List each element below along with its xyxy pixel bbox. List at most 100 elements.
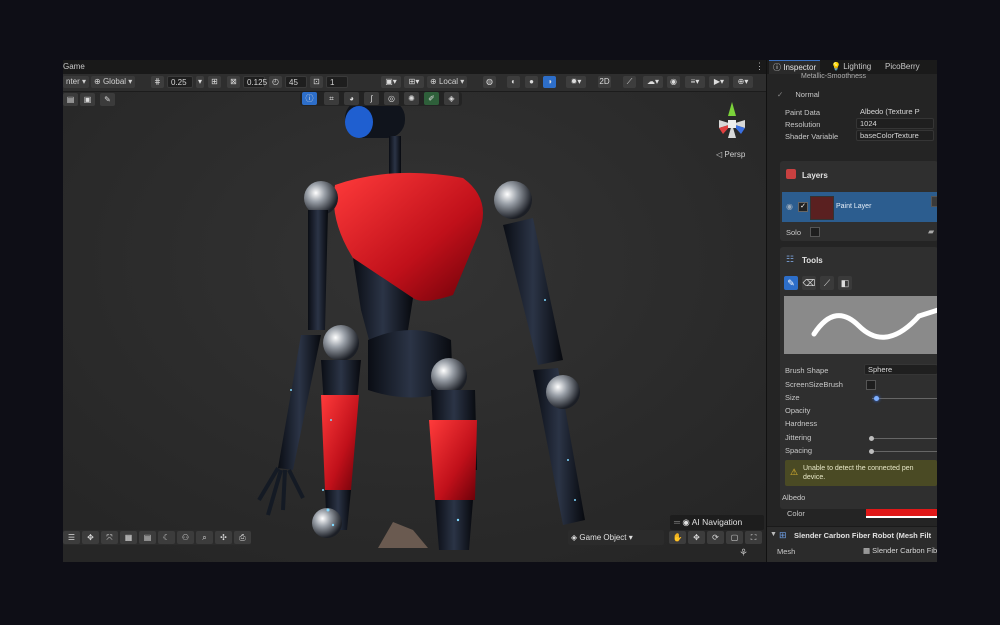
shader-variable-field[interactable]: baseColorTexture	[856, 130, 934, 141]
component-title[interactable]: Slender Carbon Fiber Robot (Mesh Filt	[794, 531, 931, 540]
spacing-slider-knob[interactable]	[869, 449, 874, 454]
layers-dropdown[interactable]: ≡▾	[685, 76, 705, 88]
paint-layer-row[interactable]: ◉ ✓ Paint Layer	[782, 192, 937, 222]
curve-icon[interactable]: ∫	[364, 92, 379, 105]
hand-tool-icon[interactable]: ☰	[63, 531, 80, 544]
spacing-slider[interactable]	[872, 451, 937, 452]
shading-wire-icon[interactable]: ◐	[507, 76, 520, 88]
cube-icon[interactable]: ◈	[444, 92, 459, 105]
eye-icon[interactable]: ◉	[786, 202, 793, 211]
pivot-dropdown[interactable]: nter ▾	[63, 76, 90, 88]
tool-brush-icon[interactable]: ✎	[100, 93, 115, 106]
move-icon[interactable]: ✥	[688, 531, 705, 544]
tab-game[interactable]: Game	[63, 62, 85, 71]
size-slider[interactable]	[872, 398, 937, 399]
resolution-field[interactable]: 1024	[856, 118, 934, 129]
grid-dropdown[interactable]: ⊞▾	[404, 76, 424, 88]
gradient-tool-icon[interactable]: ◧	[838, 276, 852, 290]
move-tool-icon[interactable]: ✥	[82, 531, 99, 544]
panel-tabs: ⓘ Inspector 💡 Lighting PicoBerry	[767, 60, 937, 74]
debug-dropdown[interactable]: ✹▾	[566, 76, 586, 88]
line-tool-icon[interactable]: ⟋	[820, 276, 834, 290]
eye-icon[interactable]: ◉	[667, 76, 680, 88]
folder-icon[interactable]: ▰	[928, 227, 934, 236]
2d-toggle-icon[interactable]: 2D	[598, 76, 611, 88]
rotate-snap-icon[interactable]: ◴	[269, 76, 282, 88]
sphere-icon[interactable]: ◕	[344, 92, 359, 105]
grid-size-field[interactable]: 1	[326, 76, 348, 88]
scale-snap-icon[interactable]: ⊠	[227, 76, 240, 88]
gizmos-dropdown[interactable]: ⊕▾	[733, 76, 753, 88]
stamp-tool-icon[interactable]: ⚇	[177, 531, 194, 544]
target-icon[interactable]: ◎	[384, 92, 399, 105]
ai-navigation-button[interactable]: ═ ◉ AI Navigation	[670, 515, 764, 530]
paint-data-value[interactable]: Albedo (Texture P	[856, 106, 934, 117]
moon-tool-icon[interactable]: ☾	[158, 531, 175, 544]
zoom-tool-icon[interactable]: ⌕	[196, 531, 213, 544]
mesh-field[interactable]: ▦ Slender Carbon Fib	[863, 546, 937, 557]
jittering-slider-knob[interactable]	[869, 436, 874, 441]
screen-size-brush-checkbox[interactable]	[866, 380, 876, 390]
info-icon[interactable]: ⓘ	[302, 92, 317, 105]
solo-checkbox[interactable]	[810, 227, 820, 237]
pivot-label: nter	[66, 77, 80, 86]
normal-row: ✓ Normal	[777, 90, 820, 99]
more-menu-icon[interactable]: ⋮	[755, 61, 764, 72]
layers-section: Layers ◉ ✓ Paint Layer Solo ▰	[780, 161, 937, 241]
grid-size-icon[interactable]: ⊡	[310, 76, 323, 88]
camera-tool-icon[interactable]: ⎙	[234, 531, 251, 544]
brush-shape-dropdown[interactable]: Sphere	[864, 364, 937, 375]
tab-picoberry[interactable]: PicoBerry	[885, 62, 920, 71]
axis-gizmo[interactable]	[709, 98, 755, 144]
move-snap-field[interactable]: 0.25	[167, 76, 193, 88]
effects-dropdown[interactable]: ☁▾	[643, 76, 663, 88]
paint-brush-icon[interactable]: ✐	[424, 92, 439, 105]
global-dropdown[interactable]: ⊕ Global ▾	[91, 76, 136, 88]
color-swatch[interactable]	[866, 509, 937, 518]
rotate-snap-field[interactable]: 45	[285, 76, 307, 88]
transform-icon[interactable]: ⛶	[745, 531, 762, 544]
lighting-toggle-icon[interactable]: ⟋	[623, 76, 636, 88]
grid-tool-icon[interactable]: ▦	[120, 531, 137, 544]
render-icon[interactable]: ⌗	[324, 92, 339, 105]
eraser-tool-icon[interactable]: ⌫	[802, 276, 816, 290]
globe-icon[interactable]: ◍	[483, 76, 496, 88]
scale-snap-field[interactable]: 0.125	[243, 76, 267, 88]
tool-view-icon[interactable]: ▤	[63, 93, 78, 106]
tab-inspector[interactable]: ⓘ Inspector	[769, 60, 821, 74]
local-dropdown[interactable]: ⊕ Local ▾	[427, 76, 468, 88]
mesh-filter-icon: ⊞	[779, 530, 787, 540]
tool-rect-icon[interactable]: ▣	[80, 93, 95, 106]
persp-text: Persp	[724, 150, 746, 159]
scene-view[interactable]: Game ⋮ nter ▾ ⊕ Global ▾ ⋕ 0.25 ▾ ⊞ ⊠ 0.…	[63, 60, 766, 562]
camera-dropdown[interactable]: ▶▾	[709, 76, 729, 88]
custom-tool-icon[interactable]: ⚘	[739, 548, 748, 559]
scene-tab-bar: Game ⋮	[63, 60, 766, 74]
rotate-icon[interactable]: ⟳	[707, 531, 724, 544]
layer-option-box[interactable]	[931, 196, 937, 207]
layer-visible-checkbox[interactable]: ✓	[798, 202, 808, 212]
move-snap-icon[interactable]: ⋕	[151, 76, 164, 88]
tab-inspector-label: Inspector	[783, 63, 817, 72]
shading-lit-icon[interactable]: ◑	[543, 76, 556, 88]
visibility-dropdown[interactable]: ▣▾	[381, 76, 401, 88]
rect-icon[interactable]: ▢	[726, 531, 743, 544]
chevron-down-icon[interactable]: ▾	[196, 76, 204, 88]
scale-tool-icon[interactable]: ⤧	[101, 531, 118, 544]
layer-thumbnail	[810, 196, 834, 220]
sun-icon[interactable]: ✺	[404, 92, 419, 105]
rect-tool-icon[interactable]: ▤	[139, 531, 156, 544]
expand-arrow-icon[interactable]: ▼	[770, 531, 777, 538]
mesh-filter-component: ▼ ⊞ Slender Carbon Fiber Robot (Mesh Fil…	[767, 526, 937, 562]
persp-label[interactable]: ◁ Persp	[716, 150, 745, 159]
mesh-value: Slender Carbon Fib	[872, 546, 937, 555]
brush-tool-icon[interactable]: ✎	[784, 276, 798, 290]
shading-solid-icon[interactable]: ●	[525, 76, 538, 88]
tab-lighting[interactable]: 💡 Lighting	[831, 62, 871, 71]
pan-tool-icon[interactable]: ✣	[215, 531, 232, 544]
hand-icon[interactable]: ✋	[669, 531, 686, 544]
jittering-slider[interactable]	[872, 438, 937, 439]
brush-shape-label: Brush Shape	[785, 366, 829, 375]
snap-grid-icon[interactable]: ⊞	[208, 76, 221, 88]
size-slider-knob[interactable]	[874, 396, 879, 401]
